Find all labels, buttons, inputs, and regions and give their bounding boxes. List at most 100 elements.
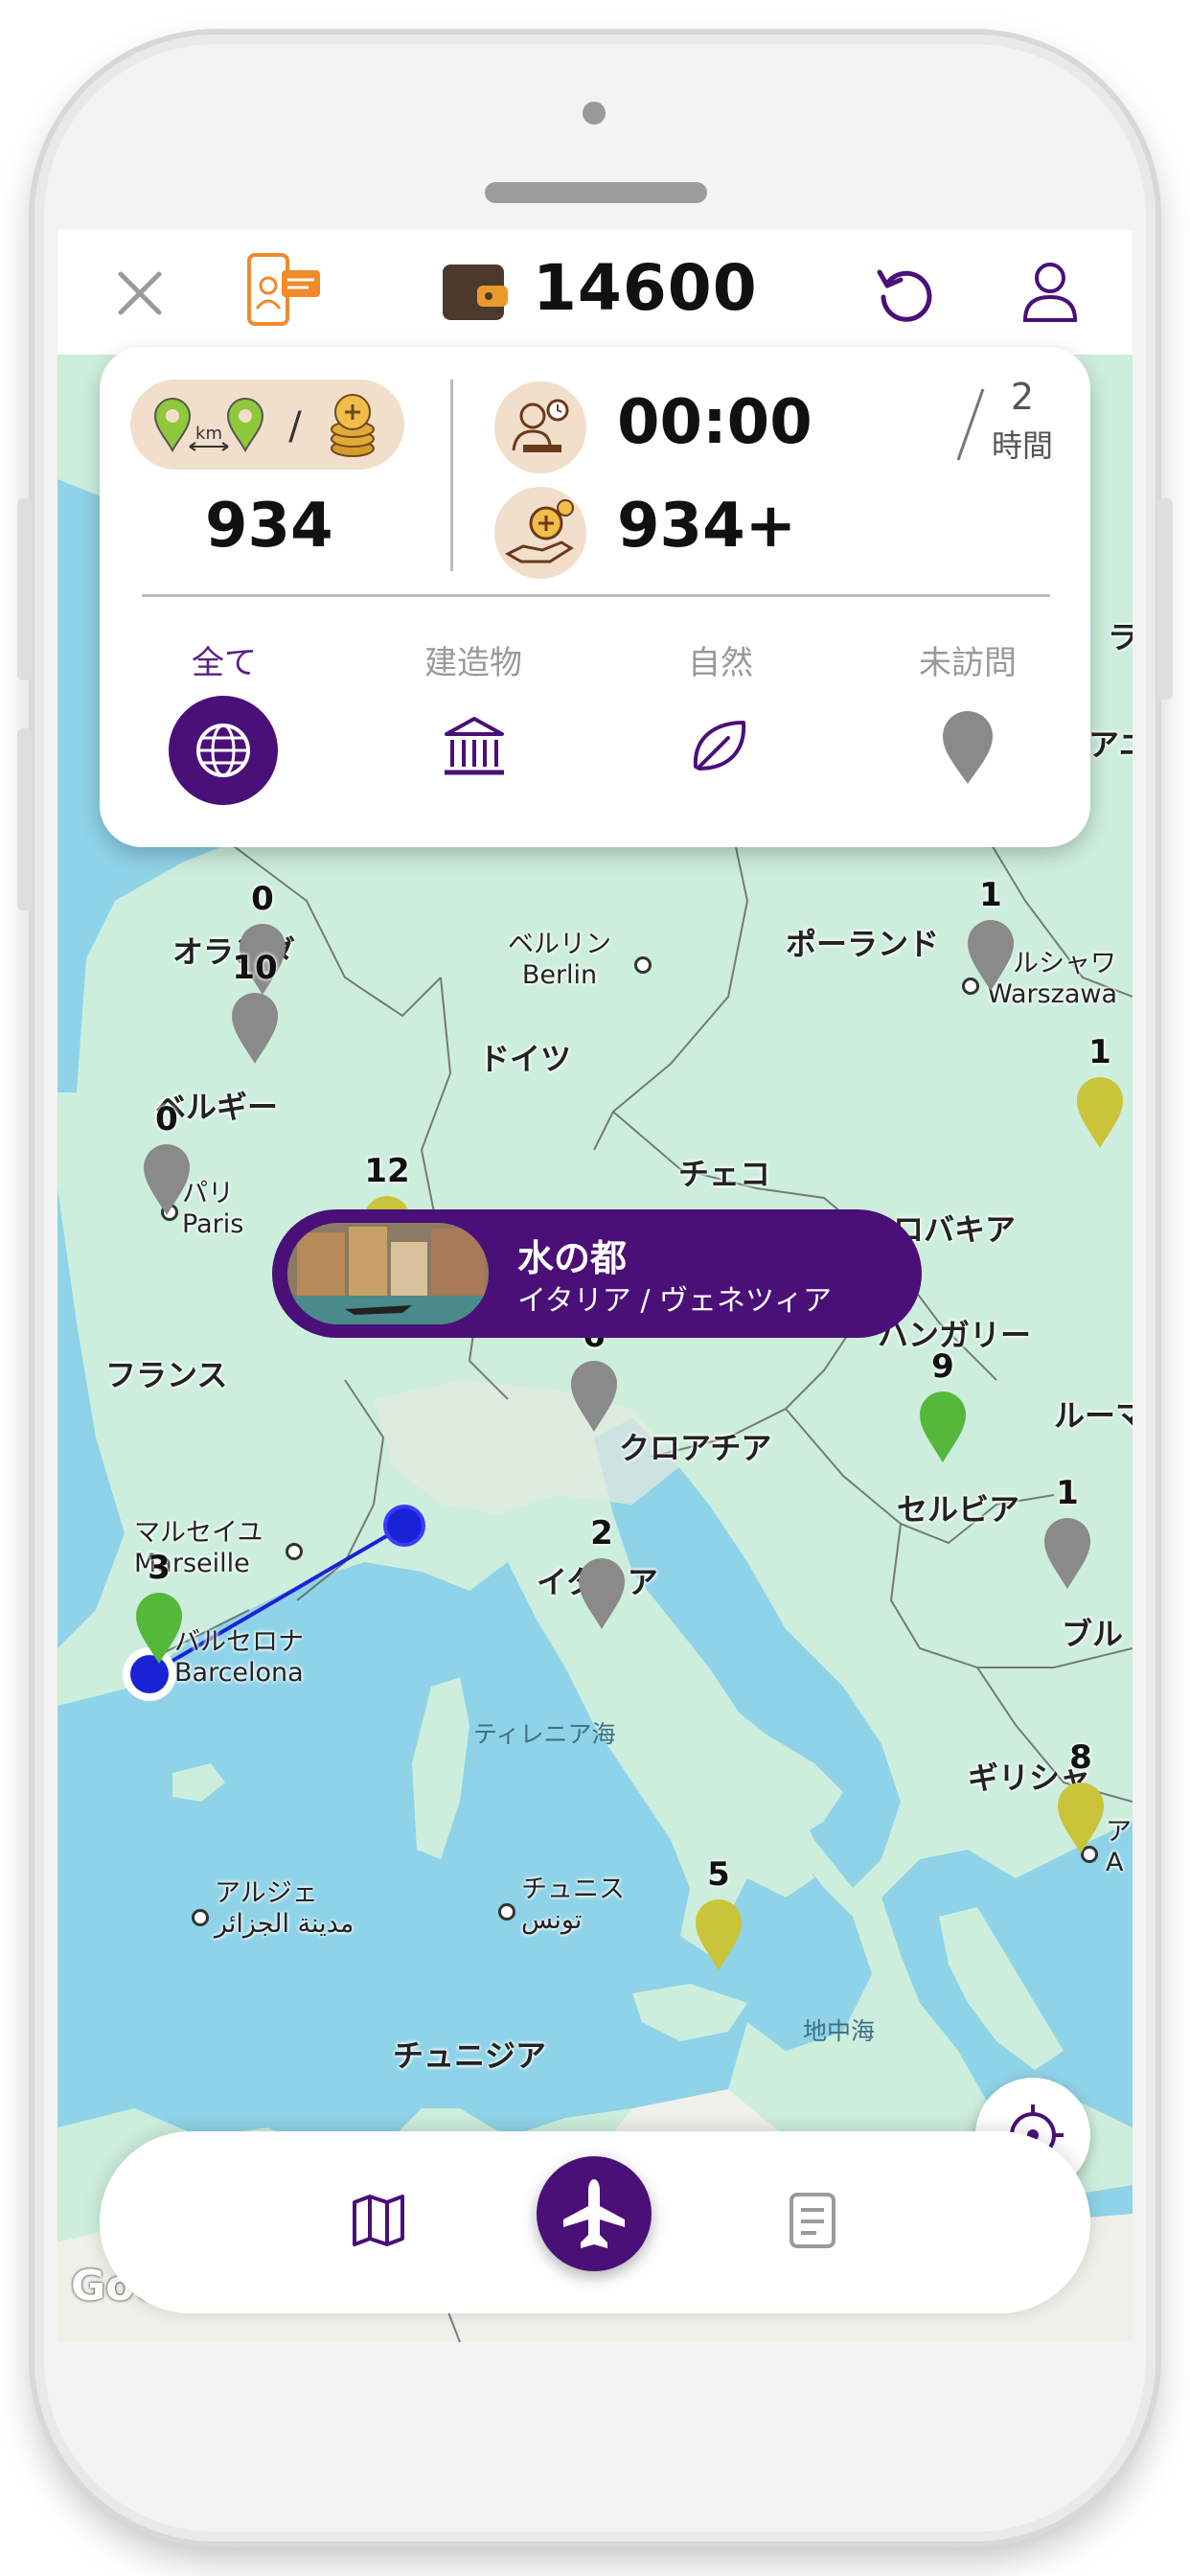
filter-tab-all[interactable]: [169, 696, 278, 805]
city-name-ja: ア: [1106, 1817, 1132, 1847]
pin-count: 9: [931, 1347, 954, 1386]
map-pin[interactable]: 1: [1071, 1033, 1129, 1150]
filter-tab-nature[interactable]: [686, 713, 753, 780]
city-name-en: Berlin: [521, 960, 598, 990]
city-name-ja: アルジェ: [215, 1878, 318, 1908]
plane-icon: [563, 2179, 625, 2248]
country-label: ルーマ: [1054, 1397, 1133, 1434]
city-name-ja: ベルリン: [508, 930, 611, 959]
time-limit-number: 2: [1010, 376, 1035, 418]
pin-count: 0: [251, 880, 274, 918]
front-camera: [583, 102, 606, 125]
pin-icon: [943, 711, 993, 784]
city-label-algiers: アルジェ مدينة الجزائر: [215, 1878, 354, 1940]
building-icon: [445, 717, 504, 775]
pin-count: 2: [590, 1514, 613, 1552]
country-label: チェコ: [678, 1156, 771, 1192]
map-icon[interactable]: [349, 2191, 408, 2250]
pin-icon: [920, 1392, 966, 1462]
time-limit-unit: 時間: [991, 427, 1053, 464]
map-pin[interactable]: 0: [138, 1100, 195, 1217]
map-pin[interactable]: 1: [962, 876, 1019, 993]
filter-tab-nature-label[interactable]: 自然: [615, 636, 826, 683]
map-pin[interactable]: 8: [1052, 1738, 1110, 1855]
map-pin[interactable]: 2: [573, 1514, 630, 1631]
pin-icon: [968, 920, 1014, 991]
popup-subtitle: イタリア / ヴェネツィア: [517, 1284, 832, 1318]
map-pin[interactable]: 3: [130, 1549, 188, 1666]
time-value: 00:00: [617, 387, 812, 458]
globe-icon: [196, 724, 250, 777]
pin-icon: [1077, 1077, 1123, 1148]
country-label: フランス: [105, 1357, 228, 1393]
distance-cost-chip: km /: [130, 380, 404, 470]
user-icon[interactable]: [1021, 261, 1079, 324]
pin-icon: [579, 1558, 625, 1629]
flight-button[interactable]: [537, 2156, 652, 2271]
filter-tab-all-label[interactable]: 全て: [119, 636, 330, 683]
pin-icon: [1044, 1518, 1090, 1589]
coin-stack-icon: [331, 394, 375, 457]
vertical-divider: [450, 380, 453, 571]
city-label-barcelona: バルセロナ Barcelona: [174, 1627, 304, 1689]
map-pin[interactable]: 6: [565, 1317, 623, 1434]
document-icon[interactable]: [786, 2191, 839, 2250]
city-name-en: A: [1106, 1848, 1124, 1877]
pin-count: 1: [1088, 1033, 1111, 1071]
side-button-power: [1157, 498, 1173, 700]
popup-title: 水の都: [517, 1237, 628, 1279]
filter-tab-unvisited[interactable]: [937, 709, 998, 786]
pin-count: 10: [232, 949, 278, 987]
filter-tab-buildings[interactable]: [441, 713, 508, 780]
country-label: ラ: [1108, 619, 1133, 656]
city-label-tunis: チュニス تونس: [521, 1874, 625, 1936]
support-chat-icon[interactable]: [243, 251, 324, 332]
distance-cost-value: 934: [205, 491, 333, 562]
country-label: ポーランド: [786, 926, 940, 962]
refresh-icon[interactable]: [874, 263, 935, 324]
city-name-en: مدينة الجزائر: [215, 1909, 355, 1939]
pin-count: 1: [1056, 1474, 1079, 1512]
city-name-ja: バルセロナ: [174, 1627, 304, 1657]
reward-value: 934+: [617, 491, 797, 562]
city-dot: [634, 956, 652, 974]
country-label: ブル: [1062, 1616, 1124, 1652]
pin-count: 5: [707, 1855, 730, 1894]
pin-icon: [571, 1361, 617, 1432]
pin-icon: [144, 1144, 190, 1215]
svg-text:km: km: [195, 424, 222, 444]
map-pin[interactable]: 1: [1039, 1474, 1096, 1591]
map-pin[interactable]: 5: [690, 1855, 747, 1972]
pin-icon: [696, 1899, 742, 1970]
pin-count: 1: [979, 876, 1002, 914]
city-label-athens: ア A: [1106, 1817, 1132, 1878]
side-button-volume-down: [17, 728, 33, 910]
city-dot: [498, 1903, 515, 1920]
country-label: クロアチア: [619, 1430, 772, 1466]
pin-icon: [1058, 1782, 1104, 1853]
pin-count: 0: [155, 1100, 178, 1138]
country-label: ドイツ: [479, 1041, 572, 1077]
city-name-en: Barcelona: [174, 1658, 304, 1688]
city-name-ja: マルセイユ: [134, 1518, 263, 1548]
reward-coins-icon: [494, 487, 586, 579]
country-label: チュニジア: [393, 2037, 547, 2074]
pin-count: 8: [1069, 1738, 1092, 1777]
side-button-volume-up: [17, 498, 33, 680]
map-pin[interactable]: 9: [914, 1347, 972, 1464]
map-pin[interactable]: 10: [226, 949, 284, 1066]
filter-tab-unvisited-label[interactable]: 未訪問: [862, 636, 1073, 683]
location-popup[interactable]: 水の都 イタリア / ヴェネツィア: [272, 1209, 922, 1338]
svg-text:/: /: [288, 404, 302, 448]
time-writer-icon: [494, 381, 586, 473]
close-icon[interactable]: [113, 266, 167, 320]
pin-icon: [136, 1593, 182, 1664]
sea-label: ティレニア海: [473, 1720, 616, 1748]
city-label-berlin: ベルリン Berlin: [508, 930, 611, 991]
coin-balance: 14600: [533, 251, 758, 325]
horizontal-divider: [142, 594, 1050, 597]
wallet-icon: [441, 257, 510, 324]
filter-tab-buildings-label[interactable]: 建造物: [368, 636, 579, 683]
pin-count: 3: [148, 1549, 171, 1587]
country-label: セルビア: [897, 1491, 1020, 1528]
